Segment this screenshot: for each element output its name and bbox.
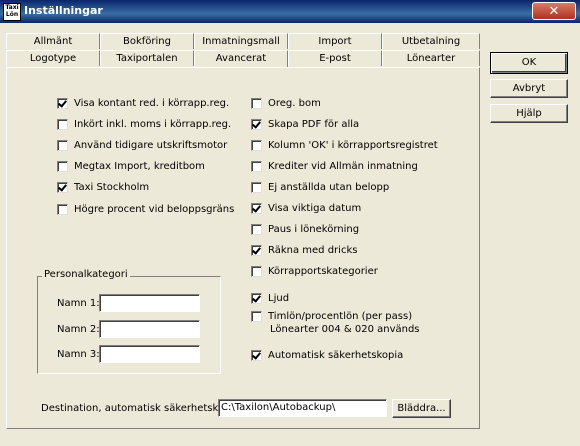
- checkbox-megtax-import-kreditbom[interactable]: Megtax Import, kreditbom: [57, 160, 205, 174]
- checkbox-label: Automatisk säkerhetskopia: [268, 349, 404, 361]
- window-title: Inställningar: [24, 4, 103, 17]
- checkbox-label: Kolumn 'OK' i körrapportsregistret: [268, 139, 438, 151]
- checkbox-label: Megtax Import, kreditbom: [74, 161, 205, 173]
- checkbox-box[interactable]: [251, 118, 262, 130]
- checkbox-oreg-bom[interactable]: Oreg. bom: [251, 96, 321, 110]
- checkbox-box[interactable]: [251, 139, 262, 151]
- namn1-label: Namn 1:: [57, 298, 100, 309]
- namn2-input[interactable]: [99, 320, 200, 338]
- tab-logotype[interactable]: Logotype: [6, 50, 100, 66]
- tab-bokforing[interactable]: Bokföring: [100, 33, 194, 49]
- close-button[interactable]: ✕: [532, 2, 576, 20]
- tab-import[interactable]: Import: [288, 33, 382, 49]
- browse-button[interactable]: Bläddra...: [392, 399, 451, 418]
- checkbox-box[interactable]: [57, 182, 68, 194]
- personalkategori-title: Personalkategori: [42, 269, 130, 280]
- checkbox-paus-i-lonekorning[interactable]: Paus i lönekörning: [251, 222, 359, 236]
- checkbox-korrapportskategorier[interactable]: Körrapportskategorier: [251, 264, 378, 278]
- checkbox-label: Oreg. bom: [268, 97, 321, 109]
- checkbox-box[interactable]: [251, 349, 262, 361]
- checkbox-label: Räkna med dricks: [268, 244, 358, 256]
- checkbox-label: Använd tidigare utskriftsmotor: [74, 139, 228, 151]
- checkbox-ej-anstallda-utan-belopp[interactable]: Ej anställda utan belopp: [251, 180, 389, 194]
- checkbox-krediter-vid-allman-inmatning[interactable]: Krediter vid Allmän inmatning: [251, 159, 418, 173]
- checkbox-label: Paus i lönekörning: [268, 223, 360, 235]
- checkbox-visa-viktiga-datum[interactable]: Visa viktiga datum: [251, 201, 361, 215]
- title-bar[interactable]: Taxi Lön Inställningar ✕: [0, 0, 580, 23]
- namn2-label: Namn 2:: [57, 324, 100, 335]
- checkbox-box[interactable]: [57, 118, 68, 130]
- checkbox-skapa-pdf-for-alla[interactable]: Skapa PDF för alla: [251, 117, 359, 131]
- namn3-label: Namn 3:: [57, 349, 100, 360]
- backup-destination-label: Destination, automatisk säkerhetskopia:: [41, 403, 243, 414]
- checkbox-label: Körrapportskategorier: [268, 265, 378, 277]
- tab-avancerat[interactable]: Avancerat: [194, 50, 288, 68]
- namn1-input[interactable]: [99, 294, 200, 312]
- backup-path-input[interactable]: C:\Taxilon\Autobackup\: [218, 399, 387, 417]
- checkbox-hogre-procent-vid-beloppsgrans[interactable]: Högre procent vid beloppsgräns: [57, 202, 234, 216]
- checkbox-label: Timlön/procentlön (per pass): [268, 310, 413, 322]
- checkbox-box[interactable]: [251, 244, 262, 256]
- checkbox-rakna-med-dricks[interactable]: Räkna med dricks: [251, 243, 357, 257]
- tab-inmatningsmall[interactable]: Inmatningsmall: [194, 33, 288, 49]
- checkbox-box[interactable]: [251, 97, 262, 109]
- checkbox-kolumn-ok-i-korrapportsregistret[interactable]: Kolumn 'OK' i körrapportsregistret: [251, 138, 438, 152]
- close-icon: ✕: [548, 4, 560, 19]
- checkbox-label: Skapa PDF för alla: [268, 118, 360, 130]
- tab-taxiportalen[interactable]: Taxiportalen: [100, 50, 194, 66]
- checkbox-label: Inkört inkl. moms i körrapp.reg.: [74, 118, 232, 130]
- tab-allmant[interactable]: Allmänt: [6, 33, 100, 49]
- cancel-button[interactable]: Avbryt: [490, 79, 568, 98]
- checkbox-box[interactable]: [251, 310, 262, 322]
- checkbox-box[interactable]: [251, 160, 262, 172]
- checkbox-anvand-tidigare-utskriftsmotor[interactable]: Använd tidigare utskriftsmotor: [57, 138, 227, 152]
- tab-lonearter[interactable]: Lönearter: [382, 50, 480, 66]
- checkbox-taxi-stockholm[interactable]: Taxi Stockholm: [57, 181, 149, 195]
- checkbox-label: Krediter vid Allmän inmatning: [268, 160, 418, 172]
- tab-e-post[interactable]: E-post: [288, 50, 382, 66]
- checkbox-box[interactable]: [251, 265, 262, 277]
- checkbox-label: Ljud: [268, 292, 290, 304]
- timlon-sublabel: Lönearter 004 & 020 används: [270, 324, 420, 335]
- checkbox-inkort-inkl-moms-i-korrapp-reg[interactable]: Inkört inkl. moms i körrapp.reg.: [57, 117, 231, 131]
- checkbox-visa-kontant-red-i-korrapp-reg[interactable]: Visa kontant red. i körrapp.reg.: [57, 96, 229, 110]
- checkbox-automatisk-sakerhetskopia[interactable]: Automatisk säkerhetskopia: [251, 348, 403, 362]
- ok-button[interactable]: OK: [490, 52, 568, 74]
- checkbox-label: Visa viktiga datum: [268, 202, 362, 214]
- settings-window: Taxi Lön Inställningar ✕ Allmänt Bokföri…: [0, 0, 580, 446]
- checkbox-box[interactable]: [57, 97, 68, 109]
- namn3-input[interactable]: [99, 345, 200, 363]
- checkbox-box[interactable]: [57, 203, 68, 215]
- checkbox-box[interactable]: [251, 202, 262, 214]
- checkbox-box[interactable]: [57, 139, 68, 151]
- checkbox-timlon-procentlon-per-pass[interactable]: Timlön/procentlön (per pass): [251, 309, 412, 323]
- checkbox-label: Högre procent vid beloppsgräns: [74, 203, 235, 215]
- checkbox-box[interactable]: [57, 161, 68, 173]
- help-button[interactable]: Hjälp: [490, 104, 568, 123]
- checkbox-box[interactable]: [251, 292, 262, 304]
- tab-utbetalning[interactable]: Utbetalning: [382, 33, 480, 49]
- checkbox-label: Visa kontant red. i körrapp.reg.: [74, 97, 230, 109]
- checkbox-label: Ej anställda utan belopp: [268, 181, 390, 193]
- checkbox-label: Taxi Stockholm: [74, 182, 150, 194]
- app-icon: Taxi Lön: [3, 3, 21, 21]
- checkbox-box[interactable]: [251, 223, 262, 235]
- checkbox-ljud[interactable]: Ljud: [251, 291, 289, 305]
- checkbox-box[interactable]: [251, 181, 262, 193]
